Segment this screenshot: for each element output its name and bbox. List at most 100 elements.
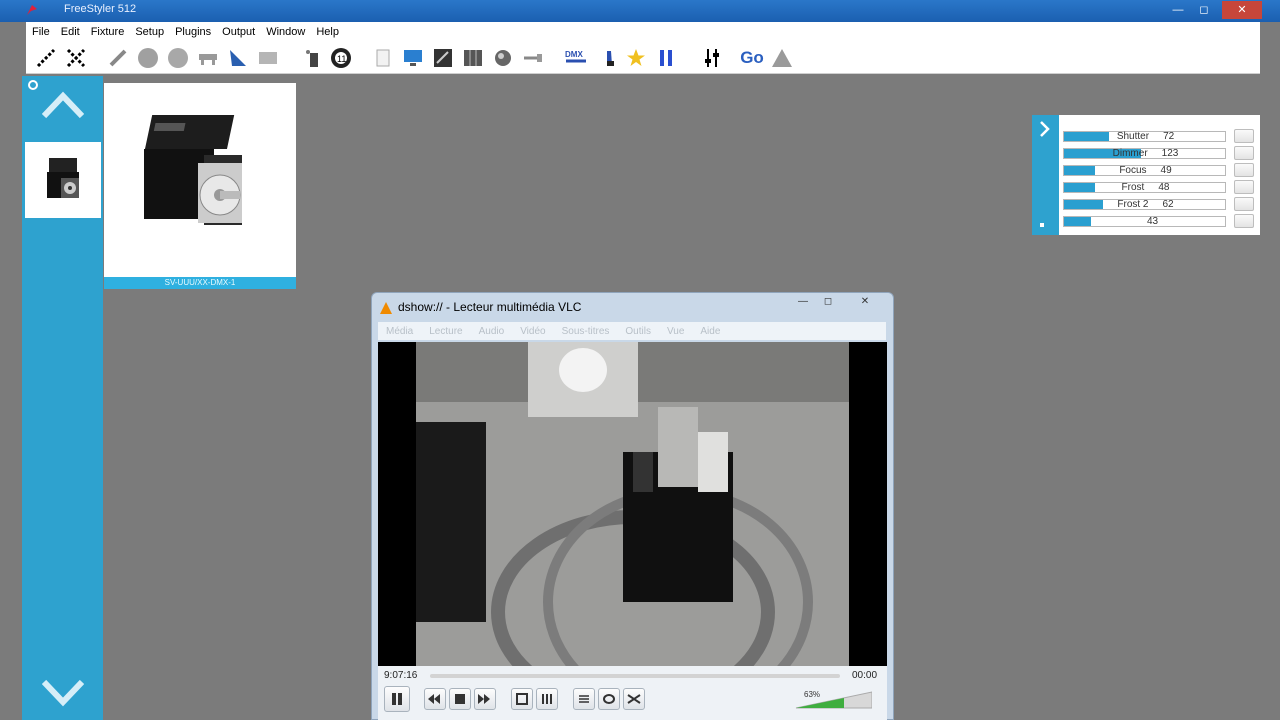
shuffle-icon (627, 694, 641, 704)
vlc-close-button[interactable]: ✕ (854, 296, 876, 310)
vlc-menu-media[interactable]: Média (386, 326, 413, 337)
channel-name: Frost (1121, 182, 1145, 193)
menu-file[interactable]: File (32, 26, 57, 38)
hand-pointer-icon[interactable] (598, 46, 622, 70)
menu-edit[interactable]: Edit (61, 26, 87, 38)
menu-fixture[interactable]: Fixture (91, 26, 132, 38)
loop-icon (603, 694, 615, 704)
channel-slider-label: Dimmer 123 (1064, 148, 1227, 159)
menu-help[interactable]: Help (316, 26, 346, 38)
channel-slider[interactable]: Shutter 72 (1063, 131, 1226, 142)
vlc-menu-playback[interactable]: Lecture (429, 326, 462, 337)
scroll-down-chevron-icon[interactable] (42, 678, 84, 708)
svg-text:DMX: DMX (565, 50, 583, 59)
loop-button[interactable] (598, 688, 620, 710)
channel-slider-label: Frost 48 (1064, 182, 1227, 193)
playlist-button[interactable] (573, 688, 595, 710)
fixture-bar-icon[interactable] (196, 46, 220, 70)
cable-icon[interactable] (521, 46, 545, 70)
channel-value: 49 (1160, 165, 1172, 176)
vlc-minimize-button[interactable]: — (792, 296, 814, 310)
vlc-menu-help[interactable]: Aide (700, 326, 720, 337)
channel-slider-label: Frost 2 62 (1064, 199, 1227, 210)
vlc-controls: 9:07:16 00:00 63% (378, 666, 887, 720)
pause-icon[interactable] (654, 46, 678, 70)
vlc-menu-audio[interactable]: Audio (479, 326, 505, 337)
go-button[interactable]: Go (736, 46, 768, 70)
vlc-menu-bar: Média Lecture Audio Vidéo Sous-titres Ou… (378, 322, 886, 340)
video-area[interactable] (378, 342, 887, 666)
play-pause-button[interactable] (384, 686, 410, 712)
select-all-icon[interactable] (34, 46, 58, 70)
favorite-star-icon[interactable] (624, 46, 648, 70)
scroll-up-chevron-icon[interactable] (42, 90, 84, 120)
deselect-icon[interactable] (64, 46, 88, 70)
expand-chevron-icon[interactable] (1032, 115, 1059, 145)
previous-icon (428, 694, 440, 704)
fixture-thumbnail[interactable] (25, 142, 101, 218)
channel-toggle-button[interactable] (1234, 163, 1254, 177)
extended-settings-button[interactable] (536, 688, 558, 710)
monitor-icon[interactable] (401, 46, 425, 70)
window-title: FreeStyler 512 (64, 3, 137, 15)
channel-name: Frost 2 (1117, 199, 1149, 210)
faders-icon[interactable] (700, 46, 724, 70)
vlc-cone-icon (380, 302, 392, 314)
seek-bar[interactable] (430, 674, 840, 678)
minimize-button[interactable]: — (1166, 1, 1190, 19)
beam-angle-icon[interactable] (226, 46, 250, 70)
channel-name: Dimmer (1112, 148, 1148, 159)
fixture-sidebar (22, 76, 103, 720)
cue-list-icon[interactable] (431, 46, 455, 70)
remaining-time: 00:00 (852, 670, 878, 681)
channel-value: 123 (1161, 148, 1179, 159)
fixture-label: SV-UUU/XX-DMX-1 (104, 277, 296, 289)
shuffle-button[interactable] (623, 688, 645, 710)
vlc-maximize-button[interactable]: ◻ (817, 296, 839, 310)
menu-setup[interactable]: Setup (135, 26, 171, 38)
settings-gear-icon[interactable] (28, 80, 38, 90)
channel-slider[interactable]: Frost 2 62 (1063, 199, 1226, 210)
dmx-in-icon[interactable]: DMX (564, 46, 590, 70)
vlc-menu-video[interactable]: Vidéo (520, 326, 545, 337)
grid-icon[interactable] (461, 46, 485, 70)
close-button[interactable]: ✕ (1222, 1, 1262, 19)
sphere-icon[interactable] (491, 46, 515, 70)
vlc-menu-view[interactable]: Vue (667, 326, 684, 337)
warning-icon[interactable] (770, 46, 794, 70)
channel-toggle-button[interactable] (1234, 197, 1254, 211)
channel-slider[interactable]: 43 (1063, 216, 1226, 227)
channel-slider[interactable]: Focus 49 (1063, 165, 1226, 176)
stop-button[interactable] (449, 688, 471, 710)
spray-icon[interactable] (301, 46, 325, 70)
fixture-card[interactable]: SV-UUU/XX-DMX-1 (104, 83, 296, 289)
vlc-menu-tools[interactable]: Outils (625, 326, 651, 337)
document-icon[interactable] (371, 46, 395, 70)
color-circle-icon[interactable] (166, 46, 190, 70)
menu-plugins[interactable]: Plugins (175, 26, 218, 38)
camera-feed-image (416, 342, 849, 666)
channel-toggle-button[interactable] (1234, 146, 1254, 160)
menu-window[interactable]: Window (266, 26, 312, 38)
panel-corner-dot (1040, 223, 1044, 227)
pen-icon[interactable] (106, 46, 130, 70)
maximize-button[interactable]: ◻ (1192, 1, 1216, 19)
previous-button[interactable] (424, 688, 446, 710)
vlc-menu-subtitles[interactable]: Sous-titres (562, 326, 610, 337)
gobo-circle-icon[interactable] (136, 46, 160, 70)
menu-output[interactable]: Output (222, 26, 262, 38)
channel-toggle-button[interactable] (1234, 129, 1254, 143)
channel-slider[interactable]: Dimmer 123 (1063, 148, 1226, 159)
svg-text:11: 11 (337, 54, 346, 64)
slider-panel-strip (1032, 115, 1059, 235)
fullscreen-button[interactable] (511, 688, 533, 710)
channel-slider-label: Shutter 72 (1064, 131, 1227, 142)
channel-slider[interactable]: Frost 48 (1063, 182, 1226, 193)
timer-icon[interactable]: 11 (329, 46, 353, 70)
elapsed-time: 9:07:16 (384, 670, 418, 681)
channel-toggle-button[interactable] (1234, 214, 1254, 228)
panel-gray-icon[interactable] (256, 46, 280, 70)
stepper-motor-image (144, 115, 242, 225)
channel-toggle-button[interactable] (1234, 180, 1254, 194)
next-button[interactable] (474, 688, 496, 710)
